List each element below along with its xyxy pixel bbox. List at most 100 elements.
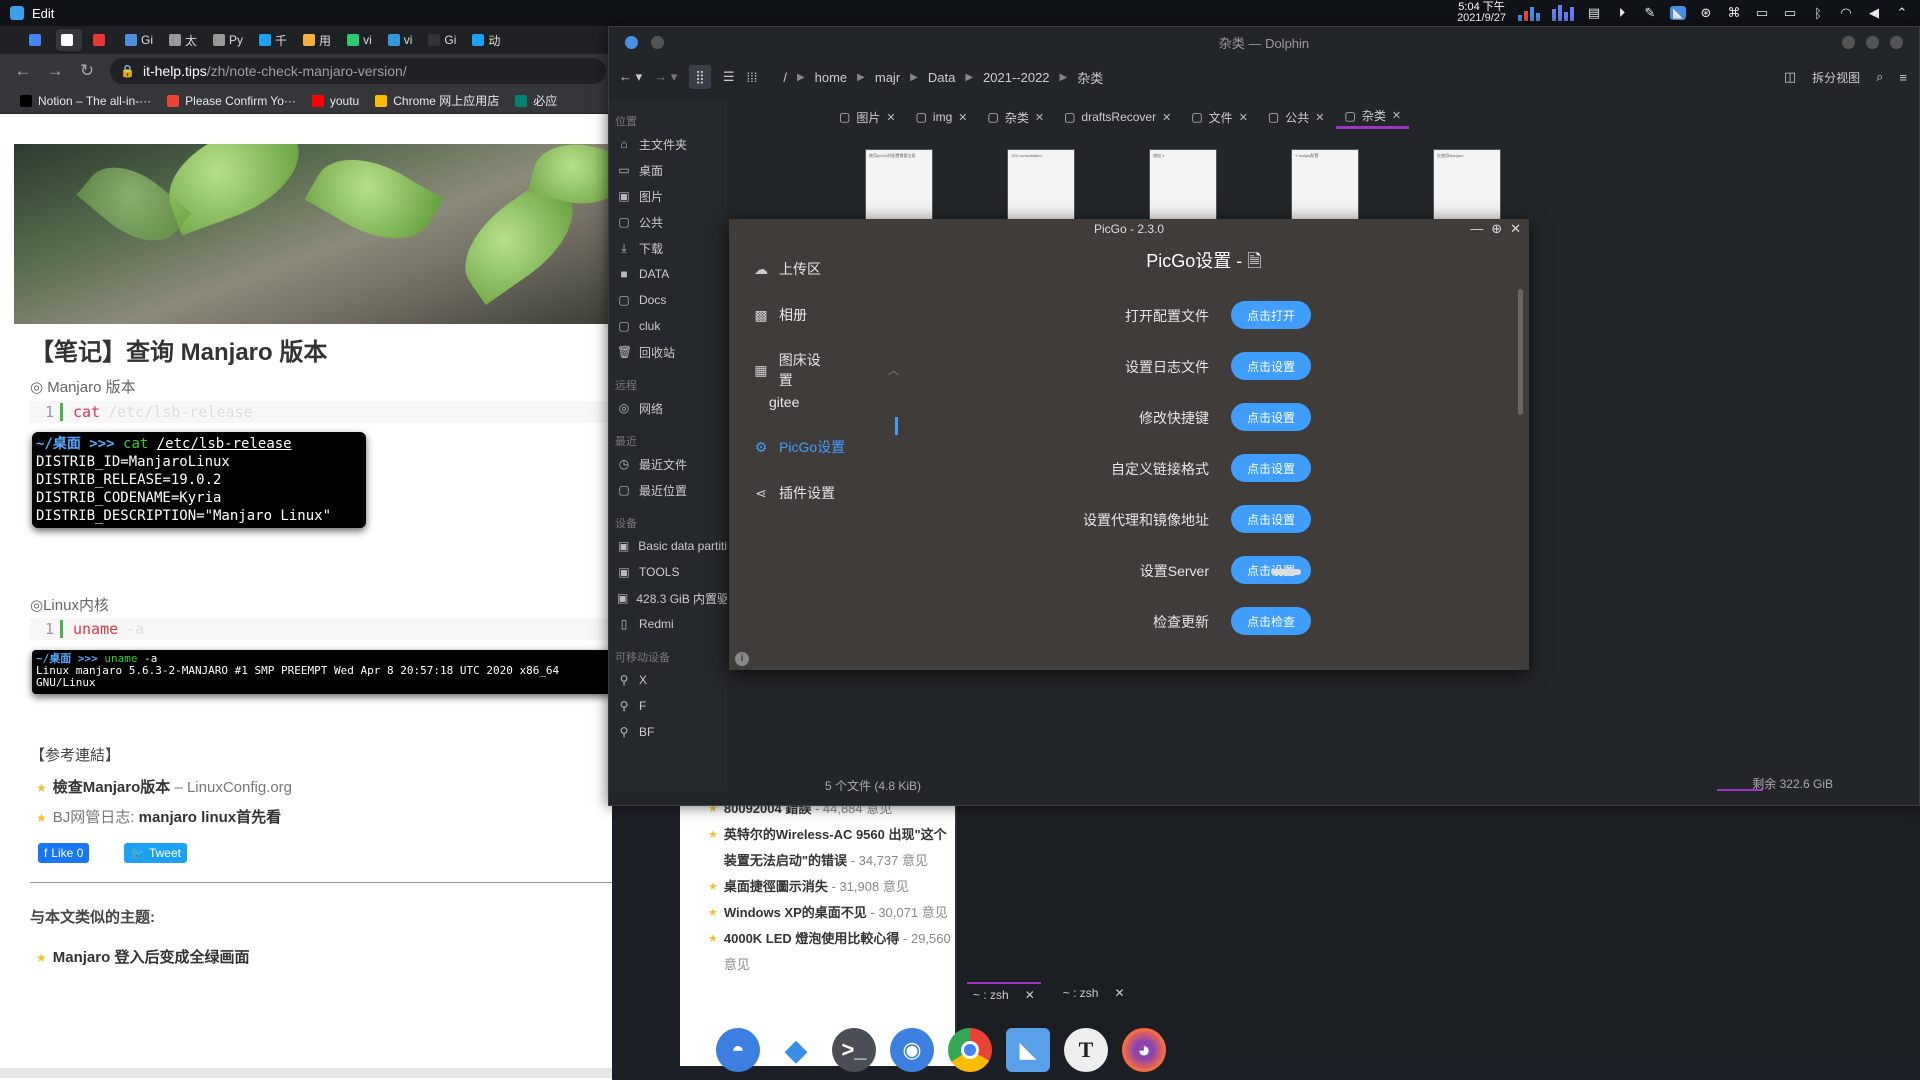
breadcrumb-item[interactable]: / xyxy=(783,70,787,85)
media-play-icon[interactable]: ⏵ xyxy=(1614,5,1630,20)
places-item[interactable]: ⤓ 下载 xyxy=(609,235,727,261)
places-item[interactable]: ▣ 428.3 GiB 内置驱 xyxy=(609,585,727,611)
cpu-monitor-icon[interactable] xyxy=(1518,5,1540,21)
bookmark-item[interactable]: Notion – The all-in-··· xyxy=(20,94,151,108)
places-item[interactable]: ◎ 网络 xyxy=(609,395,727,421)
tweet-button[interactable]: 🐦 Tweet xyxy=(124,843,187,863)
back-icon[interactable]: ← ▾ xyxy=(619,69,642,85)
file-thumbnail[interactable]: 在使用Manjaro xyxy=(1433,149,1501,221)
setting-button[interactable]: 点击打开 xyxy=(1231,301,1311,329)
breadcrumb-item[interactable]: 2021--2022 xyxy=(983,70,1050,85)
icons-view-icon[interactable]: ⣿ xyxy=(689,65,711,89)
places-item[interactable]: 🗑 回收站 xyxy=(609,339,727,365)
disk-icon[interactable]: ▭ xyxy=(1754,5,1770,20)
close-icon[interactable]: ✕ xyxy=(958,111,967,124)
keyboard-icon[interactable]: ⌘ xyxy=(1726,5,1742,20)
virtualbox-dock-icon[interactable]: ◆ xyxy=(774,1028,818,1072)
picgo-tray-icon[interactable]: ◣ xyxy=(1670,5,1686,20)
document-icon[interactable]: 🗎 xyxy=(1247,251,1261,271)
bookmark-item[interactable]: Please Confirm Yo··· xyxy=(167,94,296,108)
volume-icon[interactable]: ◀ xyxy=(1866,5,1882,20)
dolphin-tab[interactable]: ▢ 公共 ✕ xyxy=(1260,105,1333,129)
popular-post-item[interactable]: ★ Windows XP的桌面不见 - 30,071 意见 xyxy=(680,900,955,926)
url-bar[interactable]: 🔒 it-help.tips /zh/note-check-manjaro-ve… xyxy=(110,58,606,84)
close-icon[interactable] xyxy=(1890,36,1903,49)
close-icon[interactable]: ✕ xyxy=(1315,111,1324,124)
places-item[interactable]: ■ DATA xyxy=(609,261,727,287)
close-icon[interactable]: ✕ xyxy=(1239,111,1248,124)
browser-tab[interactable]: Gi xyxy=(120,29,158,51)
bookmark-item[interactable]: Chrome 网上应用店 xyxy=(375,92,499,109)
places-item[interactable]: ▯ Redmi xyxy=(609,611,727,637)
breadcrumb-item[interactable]: 杂类 xyxy=(1077,68,1103,87)
split-view-icon[interactable]: ◫ xyxy=(1784,69,1796,85)
bookmark-item[interactable]: youtu xyxy=(311,94,359,108)
browser-tab[interactable]: 用 xyxy=(298,29,336,51)
terminal-dock-icon[interactable]: >_ xyxy=(832,1028,876,1072)
close-icon[interactable]: ✕ xyxy=(1035,111,1044,124)
maximize-icon[interactable] xyxy=(1866,36,1879,49)
chat-icon[interactable]: ▤ xyxy=(1586,5,1602,20)
breadcrumb-item[interactable]: majr xyxy=(875,70,900,85)
app-menu-label[interactable]: Edit xyxy=(32,6,54,21)
file-thumbnail[interactable]: Y scripts配置 xyxy=(1291,149,1359,221)
nav-plugin-settings[interactable]: ⋖ 插件设置 xyxy=(753,483,835,503)
file-thumbnail[interactable]: 使用picGo时配置需要注意 xyxy=(865,149,933,221)
pin-icon[interactable] xyxy=(651,36,664,49)
places-item[interactable]: ▣ 图片 xyxy=(609,183,727,209)
hamburger-menu-icon[interactable]: ≡ xyxy=(1899,70,1907,85)
places-item[interactable]: ▭ 桌面 xyxy=(609,157,727,183)
popular-post-item[interactable]: ★ 桌面捷徑圖示消失 - 31,908 意见 xyxy=(680,874,955,900)
popular-post-item[interactable]: ★ 英特尔的Wireless-AC 9560 出现"这个装置无法启动"的错误 - … xyxy=(680,822,955,874)
details-view-icon[interactable]: ⁞⁞⁞ xyxy=(746,70,757,85)
similar-link[interactable]: ★ Manjaro 登入后变成全绿画面 xyxy=(36,946,249,967)
file-thumbnail[interactable]: GDI consolidated xyxy=(1007,149,1075,221)
bookmark-item[interactable]: 必应 xyxy=(515,92,557,109)
places-item[interactable]: ▢ 公共 xyxy=(609,209,727,235)
compact-view-icon[interactable]: ☰ xyxy=(723,69,735,85)
dolphin-tab[interactable]: ▢ img ✕ xyxy=(908,105,976,129)
browser-tab[interactable] xyxy=(56,29,82,51)
places-item[interactable]: ⌂ 主文件夹 xyxy=(609,131,727,157)
setting-button[interactable]: 点击设置 xyxy=(1231,352,1311,380)
app-menu[interactable]: Edit xyxy=(10,6,54,21)
nav-gitee[interactable]: gitee xyxy=(769,394,799,410)
ref-link-linuxconfig[interactable]: ★ 檢查Manjaro版本 – LinuxConfig.org xyxy=(36,776,292,797)
setting-button[interactable]: 点击检查 xyxy=(1231,607,1311,635)
maximize-icon[interactable]: ⊕ xyxy=(1491,219,1502,239)
setting-button[interactable]: 点击设置 xyxy=(1231,454,1311,482)
battery-icon[interactable]: ▭ xyxy=(1782,5,1798,20)
places-item[interactable]: ▢ cluk xyxy=(609,313,727,339)
places-item[interactable]: ⚲ BF xyxy=(609,719,727,745)
browser-tab[interactable] xyxy=(24,29,50,51)
setting-button[interactable]: 点击设置 xyxy=(1231,505,1311,533)
places-item[interactable]: ▣ Basic data partiti xyxy=(609,533,727,559)
pen-icon[interactable]: ✎ xyxy=(1642,5,1658,20)
close-icon[interactable]: ✕ xyxy=(1510,219,1521,239)
konsole-tab[interactable]: ~ : zsh ✕ xyxy=(967,982,1041,1006)
settings-dock-icon[interactable]: ◉ xyxy=(890,1028,934,1072)
places-item[interactable]: ◷ 最近文件 xyxy=(609,451,727,477)
nav-gallery[interactable]: ▩ 相册 xyxy=(753,305,807,325)
split-view-button[interactable]: 拆分视图 xyxy=(1812,69,1860,86)
minimize-icon[interactable]: — xyxy=(1470,219,1483,239)
network-monitor-icon[interactable] xyxy=(1552,5,1574,21)
partial-switch[interactable] xyxy=(1271,569,1301,575)
wifi-icon[interactable]: ◠ xyxy=(1838,5,1854,20)
chrome-dock-icon[interactable] xyxy=(948,1028,992,1072)
places-item[interactable]: ▢ 最近位置 xyxy=(609,477,727,503)
search-icon[interactable]: ⌕ xyxy=(1876,69,1883,85)
dolphin-tab[interactable]: ▢ 杂类 ✕ xyxy=(979,105,1052,129)
vpn-icon[interactable]: ⊛ xyxy=(1698,5,1714,20)
browser-tab[interactable]: vi xyxy=(383,29,418,51)
browser-tab[interactable] xyxy=(88,29,114,51)
ref-link-bj[interactable]: ★ BJ网管日志: manjaro linux首先看 xyxy=(36,806,281,827)
close-icon[interactable]: ✕ xyxy=(1025,988,1035,1002)
scrollbar[interactable] xyxy=(1518,289,1523,415)
dolphin-tab[interactable]: ▢ 杂类 ✕ xyxy=(1336,105,1410,129)
info-icon[interactable]: i xyxy=(735,652,749,666)
nav-upload[interactable]: ☁ 上传区 xyxy=(753,259,821,279)
close-icon[interactable]: ✕ xyxy=(1162,111,1171,124)
bluetooth-icon[interactable]: ᛒ xyxy=(1810,6,1826,21)
expand-tray-icon[interactable]: ⌃ xyxy=(1894,5,1910,20)
